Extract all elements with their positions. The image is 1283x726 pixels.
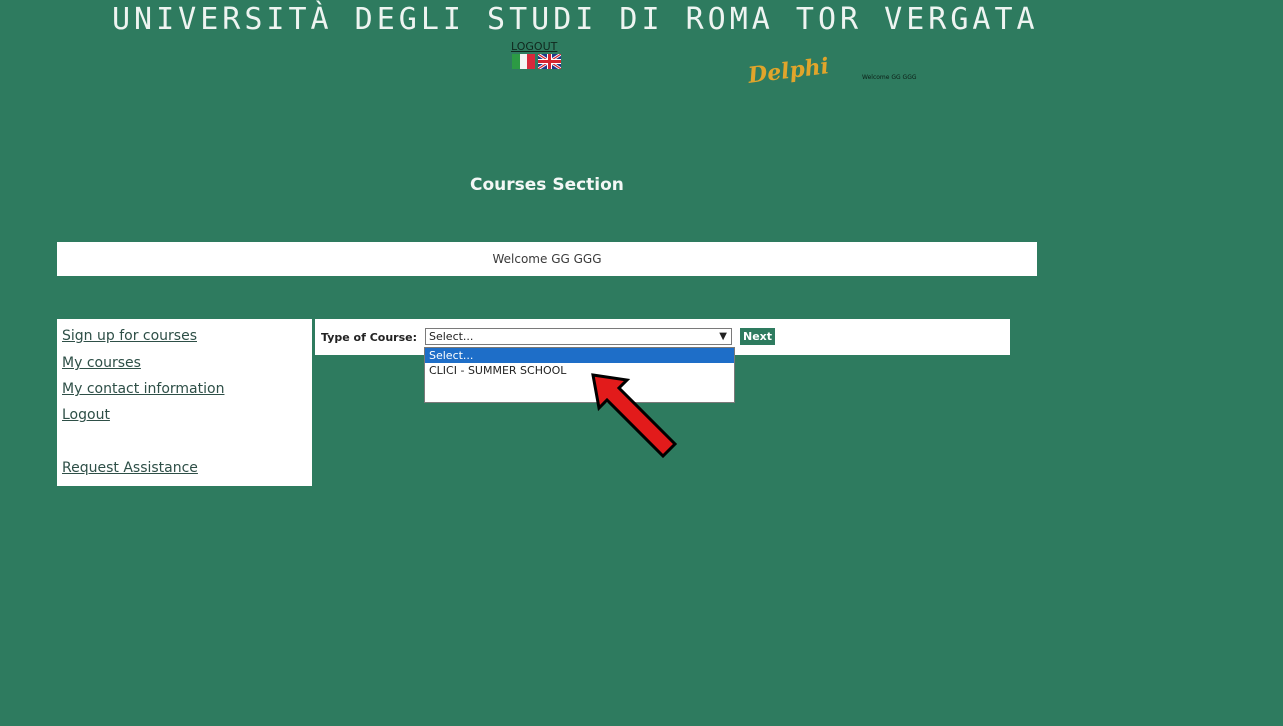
language-flags	[512, 52, 562, 71]
header-welcome-small: Welcome GG GGG	[862, 74, 917, 81]
dropdown-option-clici-summer-school[interactable]: CLICI - SUMMER SCHOOL	[425, 363, 734, 378]
logout-link-top[interactable]: LOGOUT	[511, 40, 557, 53]
sidebar-item-sign-up[interactable]: Sign up for courses	[62, 328, 197, 344]
chevron-down-icon[interactable]: ▼	[719, 329, 727, 344]
uk-flag-icon[interactable]	[537, 52, 562, 71]
dropdown-option-select[interactable]: Select...	[425, 348, 734, 363]
next-button[interactable]: Next	[740, 328, 776, 345]
sidebar-item-logout[interactable]: Logout	[62, 407, 110, 423]
red-arrow-icon	[591, 373, 678, 459]
university-title: UNIVERSITÀ DEGLI STUDI DI ROMA TOR VERGA…	[112, 2, 1039, 37]
sidebar-item-my-courses[interactable]: My courses	[62, 355, 141, 371]
delphi-logo: Delphi	[746, 53, 831, 89]
welcome-bar: Welcome GG GGG	[57, 242, 1037, 276]
course-type-select[interactable]: Select... ▼	[425, 328, 732, 345]
italian-flag-icon[interactable]	[512, 54, 535, 69]
sidebar-item-request-assistance[interactable]: Request Assistance	[62, 460, 198, 476]
course-type-dropdown: Select... CLICI - SUMMER SCHOOL	[424, 347, 735, 403]
page-title: Courses Section	[470, 175, 624, 195]
type-of-course-label: Type of Course:	[321, 331, 417, 344]
sidebar-item-contact-info[interactable]: My contact information	[62, 381, 224, 397]
course-type-selected-value: Select...	[429, 330, 474, 343]
sidebar: Sign up for courses My courses My contac…	[57, 319, 312, 486]
